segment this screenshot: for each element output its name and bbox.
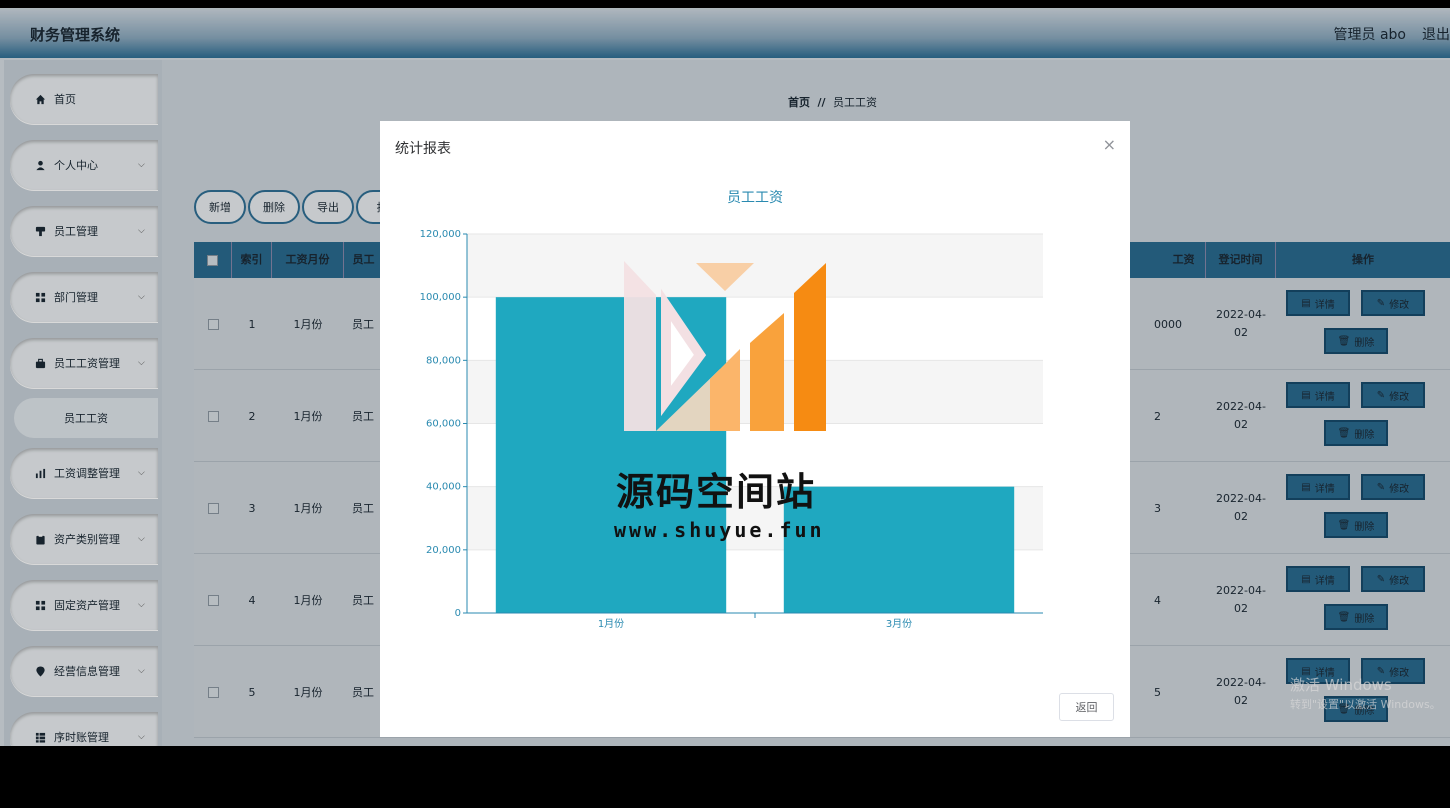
y-tick-label: 0 [455,608,461,619]
y-tick-label: 100,000 [420,292,461,303]
statistics-dialog: 统计报表 × 员工工资 0 20,000 40,000 60,000 80,000 100,… [380,121,1130,737]
chart-title: 员工工资 [727,190,783,206]
y-tick-label: 80,000 [426,355,461,366]
y-tick-label: 20,000 [426,545,461,556]
watermark-text: 源码空间站 [616,470,817,514]
return-button[interactable]: 返回 [1059,693,1114,721]
x-tick-label: 1月份 [598,618,624,630]
watermark-url: www.shuyue.fun [614,518,825,542]
dialog-title: 统计报表 [395,141,451,157]
x-tick-label: 3月份 [886,618,912,630]
y-tick-label: 40,000 [426,482,461,493]
y-tick-label: 120,000 [420,229,461,240]
y-tick-label: 60,000 [426,419,461,430]
close-icon[interactable]: × [1103,135,1116,154]
app-screen: 财务管理系统 管理员 abo 退出 首页 个人中心 ⌵ 员工管理 ⌵ 部门管理 ⌵ 员工工资管… [0,8,1450,746]
